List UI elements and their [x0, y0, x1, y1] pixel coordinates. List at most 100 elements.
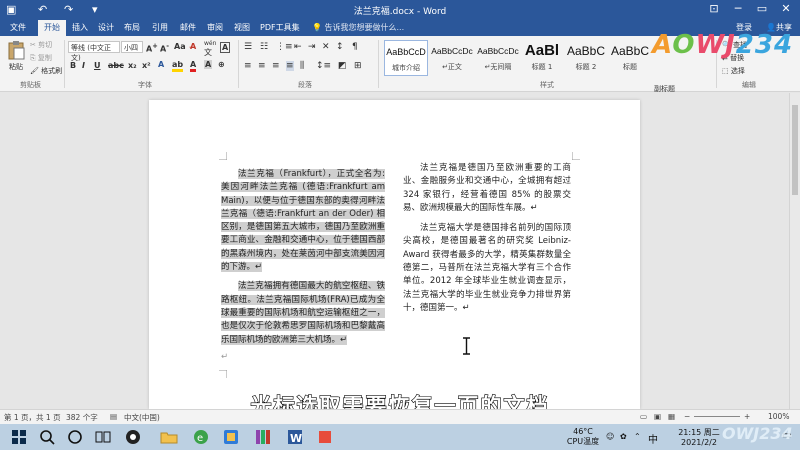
numbering-icon[interactable]: ☷: [260, 42, 268, 52]
app-icon[interactable]: [222, 428, 240, 446]
shrink-font-icon[interactable]: A-: [160, 42, 169, 54]
style-title[interactable]: AaBbC 标题: [608, 40, 652, 76]
app-icon[interactable]: [124, 428, 142, 446]
file-explorer-icon[interactable]: [160, 428, 178, 446]
cpu-temperature[interactable]: 46°C CPU温度: [566, 427, 600, 447]
tab-design[interactable]: 设计: [98, 22, 114, 33]
paste-button[interactable]: 粘贴: [4, 40, 28, 76]
text-effects-icon[interactable]: A: [158, 60, 164, 69]
bold-icon[interactable]: B: [70, 61, 76, 70]
search-icon[interactable]: [38, 428, 56, 446]
style-no-spacing[interactable]: AaBbCcDc ↵无间隔: [476, 40, 520, 76]
font-color-icon[interactable]: A: [190, 60, 197, 72]
style-heading-2[interactable]: AaBbC 标题 2: [564, 40, 608, 76]
paragraph-group-label: 段落: [298, 81, 312, 89]
align-right-icon[interactable]: ≡: [272, 61, 280, 71]
paragraph[interactable]: 法兰克福是德国乃至欧洲重要的工商业、金融服务业和交通中心，全城拥有超过 324 …: [403, 162, 571, 215]
page-count[interactable]: 第 1 页，共 1 页: [4, 412, 61, 423]
tab-insert[interactable]: 插入: [72, 22, 88, 33]
phonetic-guide-button[interactable]: wén 文: [204, 40, 216, 58]
underline-icon[interactable]: U: [94, 61, 101, 70]
increase-indent-icon[interactable]: ⇥: [308, 42, 316, 52]
strikethrough-icon[interactable]: abc: [108, 61, 124, 70]
proofing-icon[interactable]: ▤: [110, 412, 117, 421]
style-name: 标题 2: [575, 63, 597, 71]
show-hidden-icon[interactable]: ⌃: [634, 432, 641, 441]
align-center-icon[interactable]: ≡: [258, 61, 266, 71]
font-size-select[interactable]: 小四: [121, 41, 143, 53]
tab-view[interactable]: 视图: [234, 22, 250, 33]
superscript-icon[interactable]: x²: [142, 61, 151, 70]
cortana-icon[interactable]: [66, 428, 84, 446]
enclose-char-icon[interactable]: ⊕: [218, 60, 225, 69]
zoom-out-button[interactable]: −: [684, 412, 690, 421]
zoom-level[interactable]: 100%: [768, 412, 789, 421]
select-button[interactable]: ⬚ 选择: [722, 66, 745, 76]
font-name-select[interactable]: 等线 (中文正文): [68, 41, 120, 62]
copy-button[interactable]: ⎘ 复制: [30, 53, 52, 63]
language-indicator[interactable]: 中文(中国): [124, 412, 160, 423]
word-app-icon[interactable]: W: [286, 428, 304, 446]
cut-button[interactable]: ✂ 剪切: [30, 40, 52, 50]
bullets-icon[interactable]: ☰: [244, 42, 252, 52]
align-left-icon[interactable]: ≡: [244, 61, 252, 71]
task-view-icon[interactable]: [94, 428, 112, 446]
shading-icon[interactable]: ◩: [338, 61, 347, 71]
paragraph[interactable]: 法兰克福（Frankfurt），正式全名为: 美因河畔法兰克福 (德语:Fran…: [221, 168, 385, 274]
windows-start-icon[interactable]: [10, 428, 28, 446]
borders-icon[interactable]: ⊞: [354, 61, 362, 71]
app-icon[interactable]: [316, 428, 334, 446]
clock[interactable]: 21:15 周二 2021/2/2: [676, 427, 722, 447]
read-mode-icon[interactable]: ▭: [640, 412, 647, 421]
column-right[interactable]: 法兰克福是德国乃至欧洲重要的工商业、金融服务业和交通中心，全城拥有超过 324 …: [403, 162, 571, 315]
char-shading-icon[interactable]: A: [204, 60, 213, 69]
paragraph[interactable]: 法兰克福大学是德国排名前列的国际顶尖高校，是德国最著名的研究奖 Leibniz-…: [403, 222, 571, 315]
app-icon[interactable]: [254, 428, 272, 446]
line-spacing-icon[interactable]: ↕≡: [316, 61, 331, 71]
style-city-intro[interactable]: AaBbCcD 城市介绍: [384, 40, 428, 76]
close-button[interactable]: ✕: [776, 2, 796, 15]
ime-indicator[interactable]: 中: [648, 431, 658, 446]
show-marks-icon[interactable]: ¶: [352, 42, 358, 52]
vertical-scrollbar[interactable]: [789, 93, 800, 409]
people-icon[interactable]: ☺: [606, 432, 614, 441]
format-painter-button[interactable]: 🖌 格式刷: [30, 66, 62, 76]
tab-references[interactable]: 引用: [152, 22, 168, 33]
distributed-icon[interactable]: ⫼: [300, 61, 304, 71]
word-count[interactable]: 382 个字: [66, 412, 98, 423]
style-normal[interactable]: AaBbCcDc ↵正文: [430, 40, 474, 76]
highlight-icon[interactable]: ab: [172, 60, 184, 72]
paragraph[interactable]: 法兰克福拥有德国最大的航空枢纽、铁路枢纽。法兰克福国际机场(FRA)已成为全球最…: [221, 280, 385, 346]
ribbon-options-icon[interactable]: ⊡: [704, 2, 724, 15]
tab-mailings[interactable]: 邮件: [180, 22, 196, 33]
chinese-layout-icon[interactable]: ✕: [322, 42, 330, 52]
zoom-in-button[interactable]: +: [744, 412, 750, 421]
tell-me-search[interactable]: 💡 告诉我您想要做什么...: [312, 22, 404, 33]
style-heading-1[interactable]: AaBl 标题 1: [520, 40, 564, 76]
scrollbar-thumb[interactable]: [792, 105, 798, 195]
change-case-icon[interactable]: Aa: [174, 42, 186, 51]
tab-home[interactable]: 开始: [38, 20, 66, 36]
print-layout-icon[interactable]: ▣: [654, 412, 661, 421]
tab-pdf-tools[interactable]: PDF工具集: [260, 22, 300, 33]
decrease-indent-icon[interactable]: ⇤: [294, 42, 302, 52]
maximize-button[interactable]: ▭: [752, 2, 772, 15]
tray-app-icon[interactable]: ✿: [620, 432, 627, 441]
tab-file[interactable]: 文件: [10, 22, 26, 33]
justify-icon[interactable]: ≡: [286, 61, 294, 71]
multilevel-list-icon[interactable]: ⋮≡: [276, 42, 293, 52]
tab-layout[interactable]: 布局: [124, 22, 140, 33]
tab-review[interactable]: 审阅: [207, 22, 223, 33]
web-layout-icon[interactable]: ▦: [668, 412, 675, 421]
zoom-slider[interactable]: [694, 416, 740, 417]
browser-icon[interactable]: e: [192, 428, 210, 446]
grow-font-icon[interactable]: A+: [146, 42, 158, 54]
document-page[interactable]: 法兰克福（Frankfurt），正式全名为: 美因河畔法兰克福 (德语:Fran…: [149, 100, 640, 409]
minimize-button[interactable]: ─: [728, 2, 748, 15]
italic-icon[interactable]: I: [82, 61, 85, 70]
column-left[interactable]: 法兰克福（Frankfurt），正式全名为: 美因河畔法兰克福 (德语:Fran…: [221, 168, 385, 364]
subscript-icon[interactable]: x₂: [128, 61, 137, 70]
char-border-button[interactable]: A: [220, 42, 231, 53]
sort-icon[interactable]: ↕: [336, 42, 344, 52]
clear-format-icon[interactable]: A̶: [190, 42, 196, 51]
